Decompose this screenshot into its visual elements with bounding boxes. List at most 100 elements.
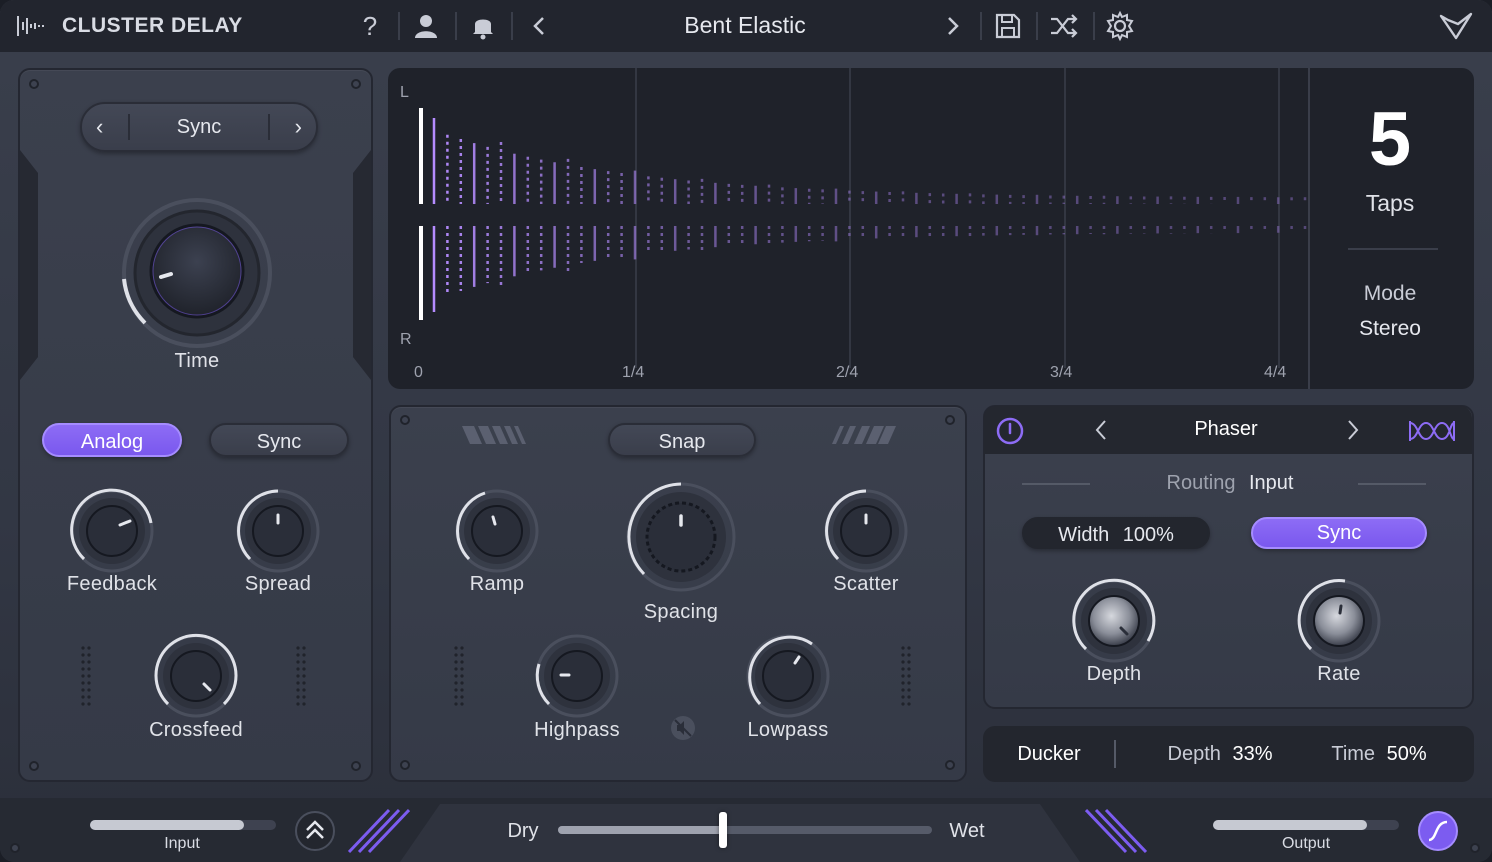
chevron-left-icon[interactable] [1090, 416, 1112, 444]
output-level-fill [1213, 820, 1368, 830]
routing-label: Routing [1166, 472, 1236, 494]
chevron-right-icon[interactable] [936, 10, 968, 42]
divider [1022, 483, 1090, 485]
ramp-down-icon [462, 426, 526, 444]
save-icon[interactable] [992, 10, 1024, 42]
waveform-logo-icon [17, 16, 44, 36]
curve-icon[interactable] [1417, 810, 1459, 852]
routing-value: Input [1249, 472, 1294, 494]
scatter-knob[interactable] [820, 485, 912, 577]
spread-knob[interactable] [232, 485, 324, 577]
ramp-label: Ramp [469, 573, 525, 595]
screw [29, 761, 39, 771]
gear-icon[interactable] [1104, 10, 1136, 42]
shuffle-icon[interactable] [1048, 10, 1080, 42]
divider [1114, 740, 1116, 768]
preset-name[interactable]: Bent Elastic [560, 12, 930, 39]
depth-knob[interactable] [1068, 575, 1160, 667]
channel-left-label: L [400, 84, 409, 101]
product-name: CLUSTER DELAY [62, 14, 243, 37]
screw [400, 760, 410, 770]
tick-label: 1/4 [622, 364, 645, 381]
taps-label: Taps [1365, 190, 1415, 216]
chevron-right-icon[interactable]: › [295, 104, 302, 150]
tick-label: 2/4 [836, 364, 859, 381]
ducker-time-control[interactable]: Time 50% [1314, 743, 1444, 766]
screw [945, 415, 955, 425]
grip-dots [296, 646, 306, 706]
feedback-label: Feedback [66, 573, 158, 595]
phaser-wave-icon[interactable] [1408, 419, 1456, 443]
side-bracket [353, 150, 371, 380]
help-icon[interactable]: ? [354, 10, 386, 42]
divider [1358, 483, 1426, 485]
width-label: Width [1058, 524, 1110, 546]
rate-knob[interactable] [1293, 575, 1385, 667]
cluster-delay-plugin: CLUSTER DELAY ? Bent Elastic ‹ Sync › Ti… [0, 0, 1492, 862]
filter-link-icon[interactable] [669, 714, 697, 742]
screw [1470, 843, 1480, 853]
decor-stripes [1085, 808, 1148, 854]
screw [400, 415, 410, 425]
screw [29, 79, 39, 89]
grip-dots [81, 646, 91, 706]
side-bracket [20, 150, 38, 380]
feedback-knob[interactable] [66, 485, 158, 577]
depth-label: Depth [1086, 663, 1142, 685]
tick-label: 3/4 [1050, 364, 1073, 381]
spacing-knob[interactable] [622, 478, 740, 596]
chevron-left-icon[interactable] [524, 10, 556, 42]
scatter-label: Scatter [833, 573, 899, 595]
analog-button[interactable]: Analog [42, 423, 182, 457]
chevron-left-icon[interactable]: ‹ [96, 104, 103, 150]
fx-name[interactable]: Phaser [1126, 418, 1326, 441]
highpass-label: Highpass [534, 719, 620, 741]
time-mode-label[interactable]: Sync [177, 116, 221, 138]
width-control[interactable]: Width 100% [1022, 517, 1210, 549]
width-value: 100% [1122, 524, 1174, 546]
chevron-right-icon[interactable] [1342, 416, 1364, 444]
ducker-depth-value: 33% [1232, 743, 1273, 765]
ramp-knob[interactable] [451, 485, 543, 577]
time-label: Time [174, 350, 220, 372]
output-slider[interactable] [1213, 820, 1399, 830]
sync-button[interactable]: Sync [209, 423, 349, 457]
snap-button[interactable]: Snap [608, 423, 756, 457]
routing-selector[interactable]: Routing Input [1130, 472, 1330, 495]
highpass-knob[interactable] [531, 630, 623, 722]
crossfeed-label: Crossfeed [149, 719, 243, 741]
expand-up-icon[interactable] [294, 810, 336, 852]
lowpass-label: Lowpass [747, 719, 829, 741]
fx-sync-button[interactable]: Sync [1251, 517, 1427, 549]
output-label: Output [1281, 835, 1331, 852]
ducker-title[interactable]: Ducker [1004, 743, 1094, 766]
screw [351, 79, 361, 89]
decor-stripes [347, 808, 410, 854]
spacing-label: Spacing [643, 601, 719, 623]
divider [511, 12, 513, 40]
power-icon[interactable] [996, 417, 1024, 445]
crossfeed-knob[interactable] [150, 630, 242, 722]
tick-label: 0 [414, 364, 423, 381]
screw [945, 760, 955, 770]
ducker-depth-control[interactable]: Depth 33% [1150, 743, 1290, 766]
dry-wet-slider[interactable] [558, 812, 932, 848]
channel-right-label: R [400, 331, 412, 348]
user-icon[interactable] [410, 10, 442, 42]
rate-label: Rate [1317, 663, 1361, 685]
brand-logo-icon[interactable] [1438, 10, 1474, 42]
divider [268, 114, 270, 140]
time-knob[interactable] [117, 195, 277, 355]
dry-wet-handle[interactable] [718, 812, 727, 848]
input-level-fill [90, 820, 245, 830]
input-label: Input [164, 835, 200, 852]
mode-value[interactable]: Stereo [1310, 317, 1470, 341]
input-slider[interactable] [90, 820, 276, 830]
lowpass-knob[interactable] [742, 630, 834, 722]
taps-count[interactable]: 5 [1310, 96, 1470, 183]
bell-icon[interactable] [467, 10, 499, 42]
dry-label: Dry [507, 820, 539, 842]
screw [351, 761, 361, 771]
time-mode-selector: ‹ Sync › [80, 102, 318, 152]
ducker-time-value: 50% [1386, 743, 1427, 765]
